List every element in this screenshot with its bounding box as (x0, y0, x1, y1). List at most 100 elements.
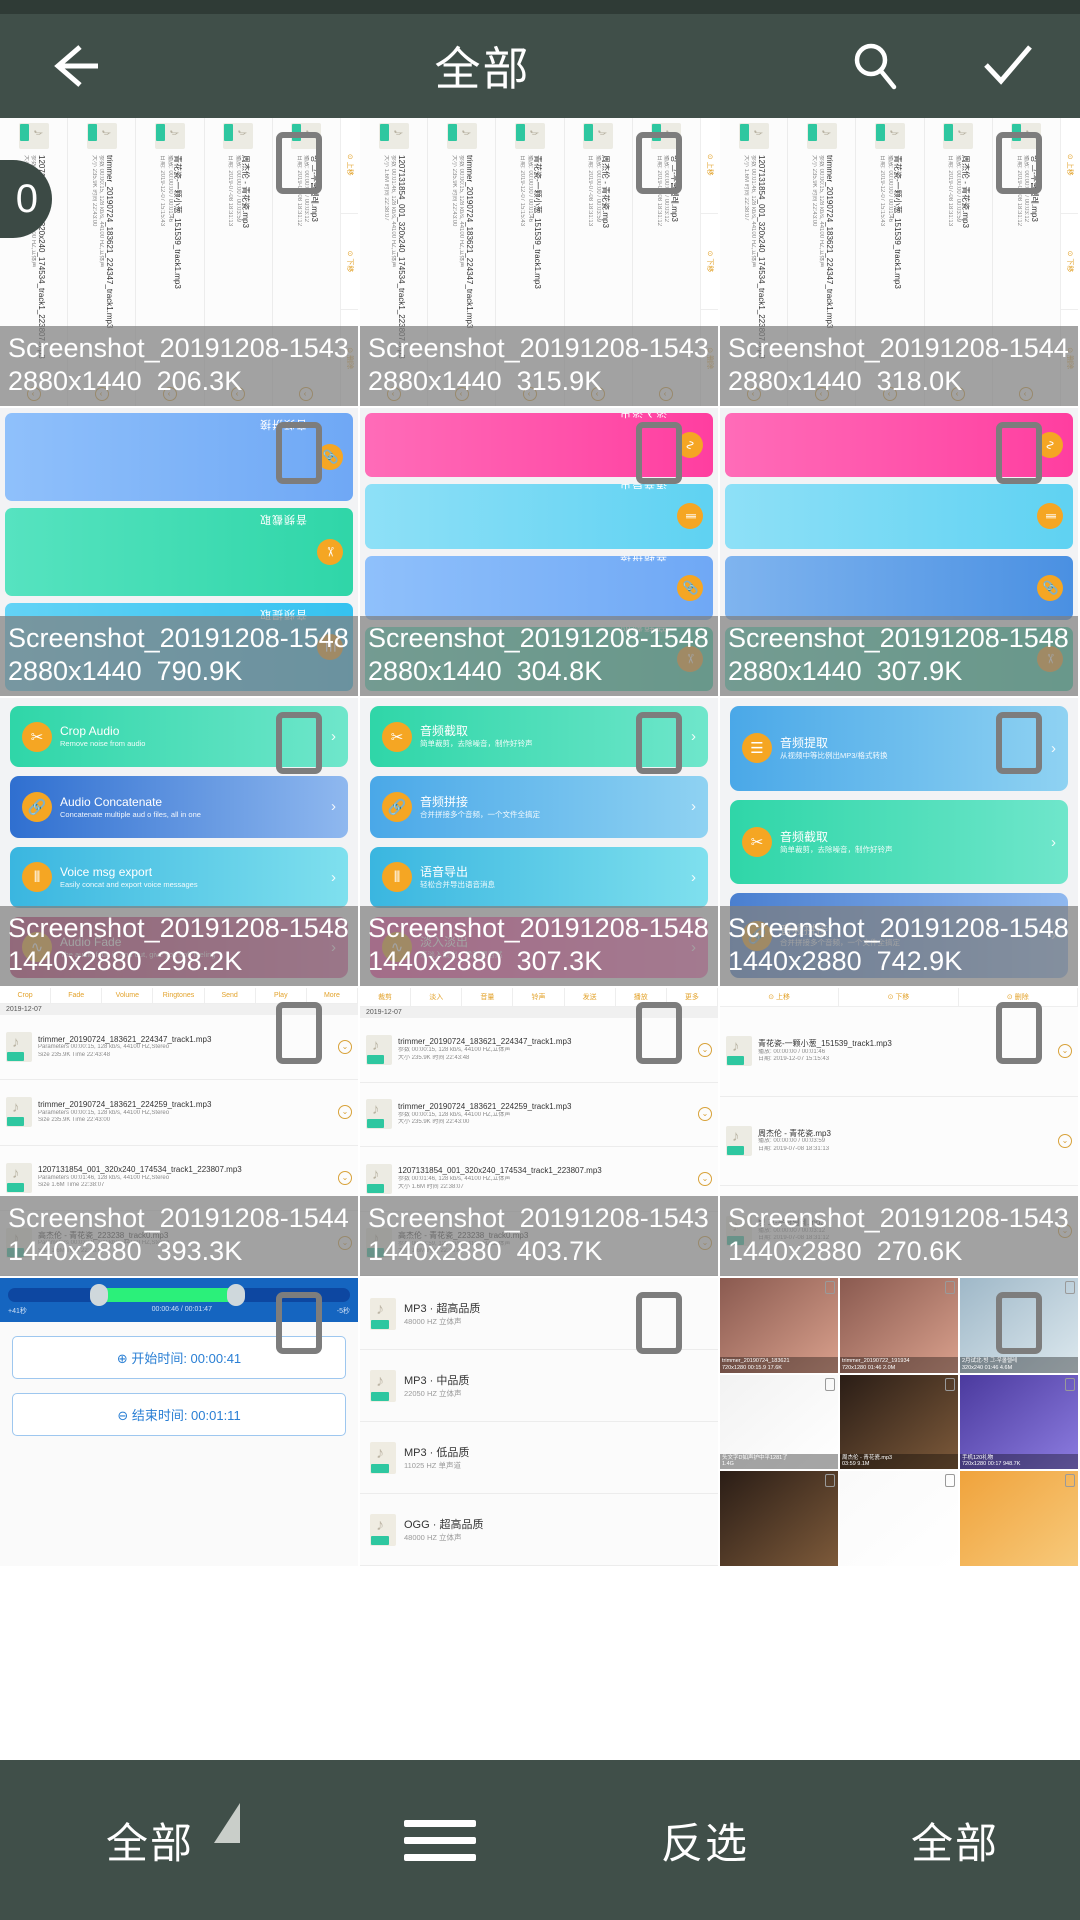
toolbar-item[interactable]: More (307, 988, 358, 1003)
photo-thumb[interactable]: 头文字D如声护中平1281了 1.4G (720, 1374, 838, 1470)
photo-checkbox[interactable] (825, 1377, 835, 1391)
list-item[interactable]: ♪ trimmer_20190724_183621_224259_track1.m… (360, 1083, 718, 1147)
chevron-down-icon[interactable]: ⌄ (454, 387, 469, 401)
mock-tab[interactable]: ⊙ 下移 (341, 213, 358, 311)
grid-cell[interactable]: 裁剪 淡入 音量 铃声 发送 播放 更多 2019-12-07 ♪ trimmer_2019072… (360, 988, 720, 1278)
list-item[interactable]: ♪ 高杰伦 - 青花瓷_223238_track0.mp3 Parameters 0… (0, 1211, 358, 1276)
chevron-down-icon[interactable]: ⌄ (1058, 1044, 1072, 1059)
mock-tab[interactable]: ⊙ 下移 (701, 213, 718, 311)
chevron-down-icon[interactable]: ⌄ (338, 1040, 352, 1055)
invert-selection-button[interactable]: 反选 (580, 1810, 830, 1871)
chevron-down-icon[interactable]: ⌄ (746, 387, 761, 401)
selection-checkbox[interactable] (996, 712, 1042, 774)
grid-cell[interactable]: trimmer_20190724_183621 720x1280 00:15.9 … (720, 1278, 1080, 1568)
list-item[interactable]: ♪ 1207131854_001_320x240_174534_track1_22… (360, 118, 428, 406)
photo-checkbox[interactable] (945, 1281, 955, 1294)
list-item[interactable]: ♪ 빙 그-우쿨렐레.mp3 播放: 00:00:00 / 00:03:12 日期: … (720, 1186, 1078, 1276)
chevron-down-icon[interactable]: ⌄ (26, 387, 41, 401)
quality-option[interactable]: ♪ OGG · 超高品质 48000 HZ 立体声 (360, 1494, 718, 1566)
photo-checkbox[interactable] (825, 1474, 835, 1488)
grid-cell[interactable]: ♪ MP3 · 超高品质 48000 HZ 立体声 ♪ MP3 · 中品质 22050 H… (360, 1278, 720, 1568)
list-item[interactable]: ♪ trimmer_20190724_183621_224347_track1.m… (427, 118, 496, 406)
grid-cell[interactable]: ⊙ 上移 ⊙ 下移 ⊙ 删除 ♪ 빙 그-우쿨렐레.mp3 播放: 00:00:00 / … (720, 118, 1080, 408)
confirm-button[interactable] (935, 41, 1080, 91)
mock-tab[interactable]: ⊙ 上移 (1061, 118, 1078, 214)
selection-checkbox[interactable] (636, 132, 682, 194)
grid-cell[interactable]: ✂ 音频截取 简单裁剪，去除噪音，制作好铃声 › 🔗 音频拼接 合并拼接多个音频，一个文件全… (360, 698, 720, 988)
toolbar-item[interactable]: Fade (51, 988, 103, 1003)
chevron-down-icon[interactable]: ⌄ (814, 387, 829, 401)
photo-checkbox[interactable] (1065, 1377, 1075, 1391)
chevron-down-icon[interactable]: ⌄ (883, 387, 897, 401)
grid-cell[interactable]: ☰ 音频提取 从视频中等比例出MP3/格式转换 › ✂ 音频截取 简单裁剪，去除噪音，制作好… (720, 698, 1080, 988)
select-all-button[interactable]: 全部 (830, 1810, 1080, 1871)
grid-cell[interactable]: ⊙ 上移 ⊙ 下移 ⊙ 删除 ♪ 빙 그-우쿨렐레.mp3 播放: 00:00:00 / … (0, 118, 360, 408)
photo-checkbox[interactable] (1065, 1281, 1075, 1294)
chevron-down-icon[interactable]: ⌄ (299, 387, 314, 401)
chevron-down-icon[interactable]: ⌄ (951, 387, 966, 401)
photo-thumb[interactable]: trimmer_20190722_191934 720x1280 01:46 2.… (840, 1278, 958, 1373)
chevron-down-icon[interactable]: ⌄ (523, 387, 537, 401)
selection-checkbox[interactable] (276, 1002, 322, 1064)
feature-card[interactable]: 🔗Audio ConcatenateConcatenate multiple a… (725, 555, 1073, 620)
selection-checkbox[interactable] (996, 132, 1042, 194)
toolbar-item[interactable]: Send (205, 988, 256, 1003)
grid-cell[interactable]: ∿淡入淡出来淡入淡出，柔和更自然⦀语音导出轻松合并导出语音消息🔗音频拼接合并拼接… (360, 408, 720, 698)
list-item[interactable]: ♪ 周杰伦 - 青花瓷.mp3 播放: 00:00:00 / 00:03:59 日期:… (563, 118, 632, 406)
photo-checkbox[interactable] (945, 1377, 955, 1391)
mock-tab[interactable]: ⊙ 上移 (701, 118, 718, 214)
feature-card[interactable]: ⦀语音导出轻松合并导出语音消息 (365, 484, 713, 549)
list-item[interactable]: ♪ 1207131854_001_320x240_174534_track1_22… (720, 118, 788, 406)
feature-card[interactable]: ☰音频提取从视频中等比例出MP3/格式转换 (5, 603, 353, 691)
toolbar-item[interactable]: Crop (0, 988, 52, 1003)
toolbar-item[interactable]: 淡入 (411, 988, 463, 1006)
search-button[interactable] (815, 40, 935, 92)
feature-card[interactable]: 🔗Audio ConcatenateConcatenate multiple a… (10, 776, 348, 838)
chevron-down-icon[interactable]: ⌄ (338, 1235, 352, 1250)
grid-cell[interactable]: ✂ Crop Audio Remove noise from audio › 🔗 Audi… (0, 698, 360, 988)
feature-card[interactable]: ∿ Audio FadeThe audio fade in and out, gi… (10, 916, 348, 978)
photo-checkbox[interactable] (825, 1281, 835, 1294)
chevron-down-icon[interactable]: ⌄ (659, 387, 674, 401)
photo-thumb[interactable]: 周杰伦 - 青花瓷.mp3 03:59 9.1M (840, 1374, 958, 1470)
photo-checkbox[interactable] (1065, 1474, 1075, 1488)
chevron-down-icon[interactable]: ⌄ (698, 1171, 712, 1186)
feature-card[interactable]: 🔗音频拼接合并拼接多个音频，一个文件全搞定 (365, 555, 713, 620)
list-item[interactable]: ♪ 青花瓷-一颗小葱_151539_track1.mp3 播放: 00:00:00 … (135, 118, 204, 406)
selection-checkbox[interactable] (276, 712, 322, 774)
list-item[interactable]: ♪ 周杰伦 - 青花瓷.mp3 播放: 00:00:00 / 00:03:59 日期:… (720, 1097, 1078, 1187)
chevron-down-icon[interactable]: ⌄ (231, 387, 246, 401)
selection-checkbox[interactable] (996, 1292, 1042, 1354)
list-item[interactable]: ♪ 高杰伦 - 青花瓷_223238_track0.mp3 参数 00:03:59,… (360, 1212, 718, 1276)
chevron-down-icon[interactable]: ⌄ (338, 1105, 352, 1120)
chevron-down-icon[interactable]: ⌄ (163, 387, 177, 401)
feature-card[interactable]: ✂音频截取简单裁剪，去除噪音，制作好铃声 (5, 508, 353, 596)
selection-checkbox[interactable] (996, 1002, 1042, 1064)
filter-all-button[interactable]: 全部 (0, 1802, 300, 1871)
grid-cell[interactable]: ⊙ 上移 ⊙ 下移 ⊙ 删除 ♪ 青花瓷-一颗小葱_151539_track1.mp3 播… (720, 988, 1080, 1278)
grid-cell[interactable]: +41秒 00:00:46 / 00:01:47 -5秒 ⊕ 开始时间: 00:00:… (0, 1278, 360, 1568)
trim-handle-start[interactable] (90, 1284, 109, 1306)
mock-tab[interactable]: ⊙ 上移 (720, 988, 840, 1006)
chevron-down-icon[interactable]: ⌄ (1019, 387, 1034, 401)
list-item[interactable]: ♪ 1207131854_001_320x240_174534_track1_22… (0, 1146, 358, 1211)
toolbar-item[interactable]: Ringtones (153, 988, 205, 1003)
list-item[interactable]: ♪ 青花瓷-一颗小葱_151539_track1.mp3 播放: 00:00:00 … (495, 118, 564, 406)
chevron-down-icon[interactable]: ⌄ (698, 1107, 712, 1122)
feature-card[interactable]: 🔗 音频拼接 合并拼接多个音频，一个文件全搞定 › (730, 893, 1068, 979)
toolbar-item[interactable]: 裁剪 (360, 988, 412, 1006)
photo-thumb[interactable] (720, 1471, 838, 1566)
toolbar-item[interactable]: Volume (102, 988, 154, 1003)
grid-cell[interactable]: ⊙ 上移 ⊙ 下移 ⊙ 删除 ♪ 빙 그-우쿨렐레.mp3 播放: 00:00:00 / … (360, 118, 720, 408)
selection-checkbox[interactable] (276, 132, 322, 194)
mock-tab[interactable]: ⊙ 下移 (839, 988, 959, 1006)
trim-handle-end[interactable] (226, 1284, 245, 1306)
mock-tab[interactable]: ⊙ 删除 (701, 310, 718, 406)
mock-tab[interactable]: ⊙ 下移 (1061, 213, 1078, 311)
chevron-down-icon[interactable]: ⌄ (94, 387, 109, 401)
list-item[interactable]: ♪ 青花瓷-一颗小葱_151539_track1.mp3 播放: 00:00:00 … (855, 118, 924, 406)
chevron-down-icon[interactable]: ⌄ (591, 387, 606, 401)
feature-card[interactable]: ⦀Voice msg exportEasily concat and expor… (725, 484, 1073, 549)
selection-checkbox[interactable] (636, 712, 682, 774)
photo-thumb[interactable]: trimmer_20190724_183621 720x1280 00:15.9 … (720, 1278, 838, 1373)
